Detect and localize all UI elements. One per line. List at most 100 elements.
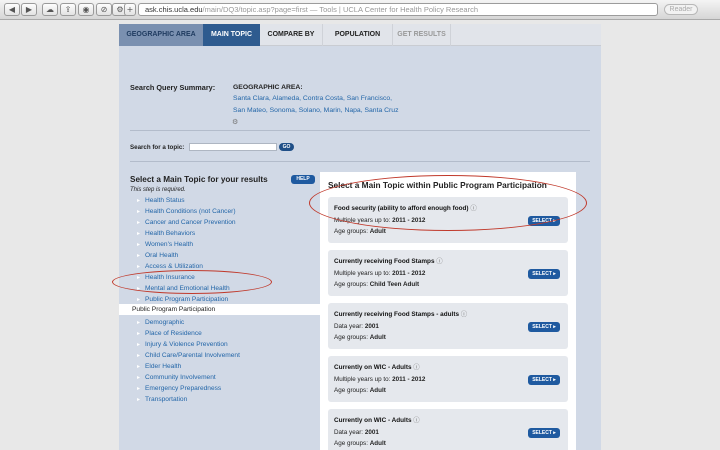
- divider: [130, 130, 590, 131]
- card-age-groups: Age groups: Adult: [334, 228, 386, 235]
- highlight-oval-topic: [112, 270, 272, 294]
- card-years: Multiple years up to: 2011 - 2012: [334, 376, 425, 383]
- topic-label: Child Care/Parental Involvement: [145, 351, 240, 359]
- card-title[interactable]: Currently on WIC - Adults ⓘ: [334, 415, 420, 424]
- age-groups-value: Child Teen Adult: [369, 281, 420, 288]
- topic-item[interactable]: ▸ Child Care/Parental Involvement: [137, 352, 240, 359]
- years-value: 2001: [364, 429, 379, 436]
- years-label: Data year:: [334, 429, 364, 436]
- selected-sub-topic-row[interactable]: Public Program Participation: [119, 304, 320, 315]
- info-icon[interactable]: ⓘ: [461, 311, 467, 318]
- reading-list-icon[interactable]: ◉: [78, 3, 94, 16]
- tab-get-results: GET RESULTS: [393, 24, 451, 46]
- bullet-arrow-icon: ▸: [137, 363, 141, 370]
- age-groups-label: Age groups:: [334, 440, 368, 447]
- card-title-text: Currently on WIC - Adults: [334, 364, 412, 371]
- topic-item[interactable]: ▸ Transportation: [137, 396, 187, 403]
- select-button[interactable]: SELECT ▸: [528, 322, 560, 332]
- select-button[interactable]: SELECT ▸: [528, 428, 560, 438]
- card-age-groups: Age groups: Adult: [334, 334, 386, 341]
- highlight-oval-card: [309, 175, 587, 231]
- tab-main-topic[interactable]: MAIN TOPIC: [203, 24, 260, 46]
- bullet-arrow-icon: ▸: [137, 220, 141, 227]
- topic-label: Health Behaviors: [145, 230, 196, 238]
- select-button[interactable]: SELECT ▸: [528, 375, 560, 385]
- stop-icon[interactable]: ⊘: [96, 3, 112, 16]
- select-button[interactable]: SELECT ▸: [528, 269, 560, 279]
- years-label: Multiple years up to:: [334, 270, 391, 277]
- card-age-groups: Age groups: Adult: [334, 387, 386, 394]
- geographic-area-list-cont[interactable]: San Mateo, Sonoma, Solano, Marin, Napa, …: [233, 107, 398, 114]
- card-title-text: Currently receiving Food Stamps: [334, 258, 435, 265]
- topic-card: Currently on WIC - Adults ⓘ Multiple year…: [328, 356, 568, 402]
- new-tab-icon[interactable]: +: [124, 3, 136, 16]
- topic-card: Currently receiving Food Stamps - adults…: [328, 303, 568, 349]
- forward-icon[interactable]: ▶: [21, 3, 37, 16]
- years-label: Multiple years up to:: [334, 376, 391, 383]
- main-panel: Search Query Summary: GEOGRAPHIC AREA: S…: [119, 46, 601, 450]
- topic-label: Elder Health: [145, 362, 182, 370]
- url-field[interactable]: ask.chis.ucla.edu/main/DQ3/topic.asp?pag…: [138, 3, 658, 16]
- topic-item[interactable]: ▸ Emergency Preparedness: [137, 385, 221, 392]
- age-groups-label: Age groups:: [334, 387, 368, 394]
- topic-item[interactable]: ▸ Health Conditions (not Cancer): [137, 208, 236, 215]
- topic-label: Health Status: [145, 197, 185, 204]
- card-years: Data year: 2001: [334, 429, 379, 436]
- topic-item[interactable]: ▸ Health Status: [137, 197, 185, 204]
- required-note: This step is required.: [130, 187, 186, 193]
- age-groups-value: Adult: [369, 440, 386, 447]
- info-icon[interactable]: ⓘ: [436, 258, 442, 265]
- tab-population[interactable]: POPULATION: [323, 24, 393, 46]
- edit-gear-icon[interactable]: ⚙: [232, 118, 238, 126]
- topic-item[interactable]: ▸ Public Program Participation: [137, 296, 228, 303]
- search-topic-input[interactable]: [189, 143, 277, 151]
- info-icon[interactable]: ⓘ: [413, 417, 419, 424]
- topic-item[interactable]: ▸ Injury & Violence Prevention: [137, 341, 228, 348]
- age-groups-value: Adult: [369, 387, 386, 394]
- step-tabs: GEOGRAPHIC AREA MAIN TOPIC COMPARE BY PO…: [119, 24, 601, 46]
- topic-label: Emergency Preparedness: [145, 384, 222, 392]
- bullet-arrow-icon: ▸: [137, 253, 141, 260]
- share-icon[interactable]: ⇪: [60, 3, 76, 16]
- card-title-text: Currently on WIC - Adults: [334, 417, 412, 424]
- age-groups-label: Age groups:: [334, 228, 368, 235]
- tab-geographic-area[interactable]: GEOGRAPHIC AREA: [119, 24, 203, 46]
- card-title[interactable]: Currently receiving Food Stamps ⓘ: [334, 256, 443, 265]
- card-age-groups: Age groups: Adult: [334, 440, 386, 447]
- years-value: 2011 - 2012: [392, 376, 426, 383]
- age-groups-label: Age groups:: [334, 334, 368, 341]
- topic-label: Place of Residence: [145, 329, 202, 337]
- topic-item[interactable]: ▸ Women's Health: [137, 241, 193, 248]
- topic-label: Community Involvement: [145, 373, 216, 381]
- bullet-arrow-icon: ▸: [137, 319, 141, 326]
- browser-toolbar: ◀ ▶ ☁ ⇪ ◉ ⊘ ⚙ + ask.chis.ucla.edu/main/D…: [0, 0, 720, 20]
- topic-item[interactable]: ▸ Oral Health: [137, 252, 178, 259]
- topic-item[interactable]: ▸ Community Involvement: [137, 374, 216, 381]
- bullet-arrow-icon: ▸: [137, 209, 141, 216]
- age-groups-value: Adult: [369, 334, 386, 341]
- card-title[interactable]: Currently receiving Food Stamps - adults…: [334, 309, 467, 318]
- topic-item[interactable]: ▸ Place of Residence: [137, 330, 202, 337]
- bullet-arrow-icon: ▸: [137, 198, 141, 204]
- help-button[interactable]: HELP: [291, 175, 315, 184]
- topic-label: Cancer and Cancer Prevention: [145, 219, 236, 227]
- topic-item[interactable]: ▸ Cancer and Cancer Prevention: [137, 219, 236, 226]
- topic-item[interactable]: ▸ Health Behaviors: [137, 230, 195, 237]
- geographic-area-list[interactable]: Santa Clara, Alameda, Contra Costa, San …: [233, 95, 392, 102]
- bullet-arrow-icon: ▸: [137, 231, 141, 238]
- tab-compare-by[interactable]: COMPARE BY: [260, 24, 323, 46]
- url-path: /main/DQ3/topic.asp?page=first — Tools |…: [202, 5, 479, 14]
- info-icon[interactable]: ⓘ: [413, 364, 419, 371]
- age-groups-label: Age groups:: [334, 281, 368, 288]
- go-button[interactable]: GO: [279, 143, 294, 151]
- topic-label: Health Conditions (not Cancer): [145, 208, 236, 216]
- card-years: Data year: 2001: [334, 323, 379, 330]
- topic-item[interactable]: ▸ Elder Health: [137, 363, 181, 370]
- card-title[interactable]: Currently on WIC - Adults ⓘ: [334, 362, 420, 371]
- bullet-arrow-icon: ▸: [137, 374, 141, 381]
- url-host: ask.chis.ucla.edu: [145, 5, 203, 14]
- back-icon[interactable]: ◀: [4, 3, 20, 16]
- reader-button[interactable]: Reader: [664, 4, 698, 15]
- topic-item[interactable]: ▸ Demographic: [137, 319, 184, 326]
- cloud-icon[interactable]: ☁: [42, 3, 58, 16]
